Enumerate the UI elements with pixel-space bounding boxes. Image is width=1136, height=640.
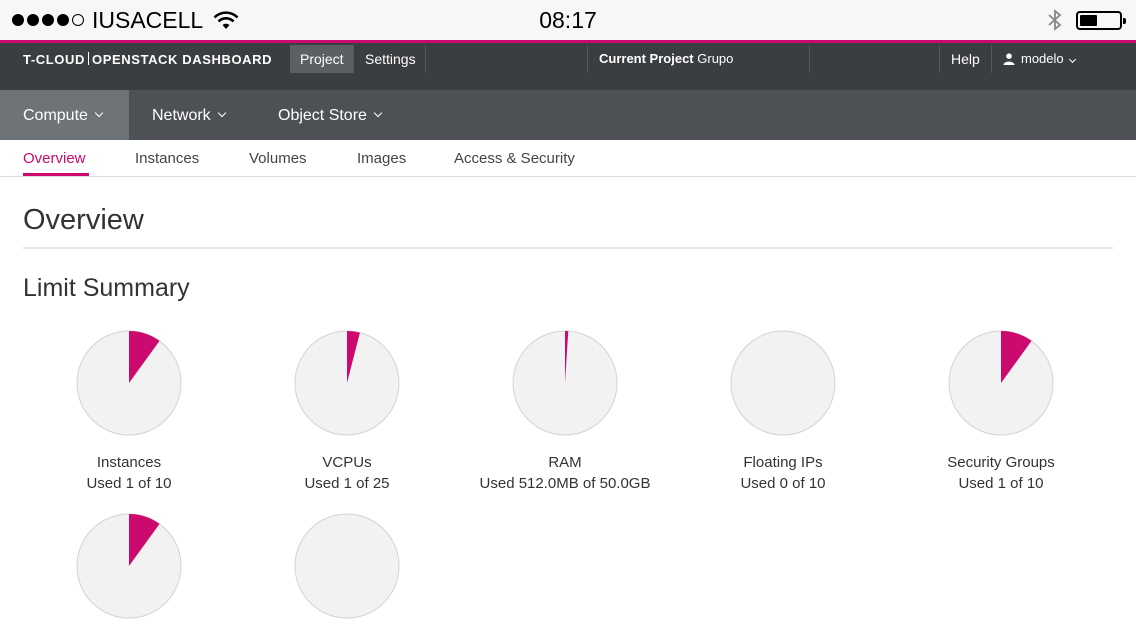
topnav-project[interactable]: Project [290, 45, 354, 73]
pie-chart [294, 330, 400, 436]
limit-value: Used 0 of 10 [740, 475, 826, 492]
divider [939, 45, 940, 73]
bluetooth-icon [1048, 9, 1062, 31]
limit-chart: Instances Used 1 of 10 [39, 329, 219, 494]
help-link[interactable]: Help [941, 45, 990, 73]
pie-chart [948, 330, 1054, 436]
tab-instances[interactable]: Instances [135, 150, 199, 167]
brand-left: T-CLOUD [23, 52, 85, 67]
limit-chart: VCPUs Used 1 of 25 [257, 329, 437, 494]
limit-value: Used 512.0MB of 50.0GB [479, 475, 651, 492]
pie-chart [294, 513, 400, 619]
divider [809, 45, 810, 73]
pie-chart [76, 513, 182, 619]
limit-chart [39, 512, 219, 620]
chevron-down-icon [94, 108, 104, 118]
user-name: modelo [1021, 51, 1064, 66]
limit-label: Security Groups [947, 454, 1055, 471]
topnav-settings[interactable]: Settings [355, 45, 426, 73]
nav-compute-label: Compute [23, 107, 88, 124]
title-divider [23, 247, 1113, 249]
battery-tip [1123, 18, 1126, 24]
limit-label: VCPUs [322, 454, 372, 471]
nav-network[interactable]: Network [129, 90, 226, 140]
limit-label: Instances [96, 454, 162, 471]
nav-object-store[interactable]: Object Store [255, 90, 383, 140]
brand-logo[interactable]: T-CLOUD OPENSTACK DASHBOARD [23, 52, 272, 67]
current-project-label: Current Project [599, 51, 694, 66]
top-navbar: T-CLOUD OPENSTACK DASHBOARD Project Setti… [0, 40, 1136, 90]
battery-level [1080, 15, 1098, 26]
limit-chart [257, 512, 437, 620]
pie-background [294, 513, 400, 619]
tab-volumes[interactable]: Volumes [249, 150, 307, 167]
battery-icon [1076, 11, 1126, 30]
nav-network-label: Network [152, 107, 211, 124]
user-menu[interactable]: modelo [1003, 45, 1076, 73]
chevron-down-icon [1068, 55, 1076, 63]
brand-right: OPENSTACK DASHBOARD [91, 52, 273, 67]
limit-chart: RAM Used 512.0MB of 50.0GB [475, 329, 655, 494]
tab-images[interactable]: Images [357, 150, 406, 167]
divider [587, 45, 588, 73]
limit-label: Floating IPs [743, 454, 823, 471]
active-tab-indicator [23, 173, 89, 176]
current-project-value: Grupo [697, 51, 734, 66]
limit-value: Used 1 of 25 [304, 475, 390, 492]
nav-object-store-label: Object Store [278, 107, 367, 124]
pie-chart [730, 330, 836, 436]
clock: 08:17 [539, 7, 597, 33]
limit-chart: Floating IPs Used 0 of 10 [693, 329, 873, 494]
pie-background [730, 330, 836, 436]
divider [991, 45, 992, 73]
limit-chart: Security Groups Used 1 of 10 [911, 329, 1091, 494]
page-title: Overview [23, 204, 144, 236]
brand-separator [87, 52, 89, 65]
limit-value: Used 1 of 10 [86, 475, 172, 492]
section-title: Limit Summary [23, 274, 190, 302]
current-project[interactable]: Current Project Grupo [599, 45, 733, 73]
divider [425, 45, 426, 73]
limit-label: RAM [548, 454, 582, 471]
user-icon [1003, 53, 1015, 65]
tab-access-security[interactable]: Access & Security [454, 150, 575, 167]
limit-value: Used 1 of 10 [958, 475, 1044, 492]
pie-chart [76, 330, 182, 436]
tab-bar: Overview Instances Volumes Images Access… [0, 140, 1136, 177]
chevron-down-icon [217, 108, 226, 118]
secondary-navbar: Compute Network Object Store [0, 90, 1136, 140]
pie-chart [512, 330, 618, 436]
divider [353, 45, 354, 73]
chevron-down-icon [373, 108, 383, 118]
nav-compute[interactable]: Compute [0, 90, 129, 140]
ios-status-bar: IUSACELL 08:17 [0, 0, 1136, 40]
tab-overview[interactable]: Overview [23, 150, 86, 167]
